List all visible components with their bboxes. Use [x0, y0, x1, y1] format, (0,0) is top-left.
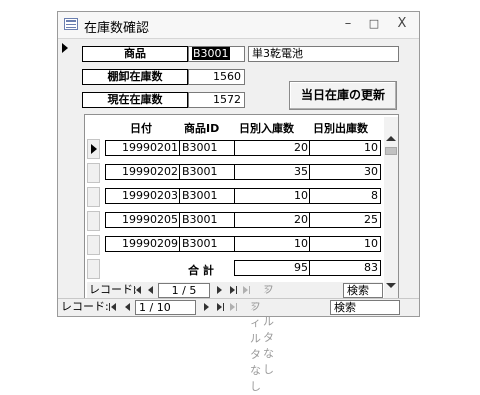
product-id-column-header: 商品ID [184, 122, 220, 135]
daily-out-cell[interactable]: 25 [309, 212, 381, 228]
scroll-thumb[interactable] [385, 147, 397, 155]
update-stock-button[interactable]: 当日在庫の更新 [289, 81, 397, 110]
main-record-navigator: レコード: 1 / 10 ⚡ フィルタなし 検索 [58, 298, 419, 393]
daily-in-cell[interactable]: 20 [234, 140, 311, 156]
current-stock-label: 現在在庫数 [82, 92, 188, 108]
record-label: レコード: [89, 283, 137, 296]
subform-vertical-scrollbar[interactable] [384, 117, 398, 301]
row-selector[interactable] [87, 163, 100, 183]
date-cell[interactable]: 19990201 [105, 140, 181, 156]
record-label: レコード: [61, 300, 109, 313]
product-label: 商品 [82, 46, 188, 62]
first-record-icon [136, 286, 141, 294]
row-selector[interactable] [87, 259, 100, 279]
total-out-field[interactable]: 83 [309, 260, 381, 276]
first-bar-icon [109, 303, 110, 311]
new-record-icon [243, 286, 248, 294]
product-id-cell[interactable]: B3001 [179, 236, 236, 252]
product-id-cell[interactable]: B3001 [179, 140, 236, 156]
date-column-header: 日付 [130, 122, 152, 135]
daily-in-cell[interactable]: 10 [234, 236, 311, 252]
subform-record-navigator: レコード: 1 / 5 ⚡フィルタなし 検索 [87, 282, 383, 376]
window-title: 在庫数確認 [84, 21, 150, 36]
inventory-window: 在庫数確認 – □ X 商品 B3001 単3乾電池 棚卸在庫数 1560 現在… [57, 11, 420, 393]
daily-out-cell[interactable]: 8 [309, 188, 381, 204]
daily-in-cell[interactable]: 35 [234, 164, 311, 180]
last-bar-icon [223, 303, 224, 311]
current-record-icon [62, 43, 68, 53]
total-label: 合 計 [188, 264, 214, 277]
minimize-button[interactable]: – [338, 15, 358, 33]
inventory-count-label: 棚卸在庫数 [82, 69, 188, 85]
filter-label: フィルタなし [263, 283, 274, 376]
first-bar-icon [134, 286, 135, 294]
date-cell[interactable]: 19990203 [105, 188, 181, 204]
record-position-field[interactable]: 1 / 5 [158, 283, 210, 298]
row-selector[interactable] [87, 211, 100, 231]
form-icon [64, 18, 78, 30]
new-bar-icon [236, 303, 237, 311]
daily-in-cell[interactable]: 10 [234, 188, 311, 204]
date-cell[interactable]: 19990202 [105, 164, 181, 180]
form-body: 商品 B3001 単3乾電池 棚卸在庫数 1560 現在在庫数 1572 当日在… [58, 39, 419, 376]
close-button[interactable]: X [392, 15, 412, 33]
filter-label: フィルタなし [250, 300, 261, 393]
previous-record-icon[interactable] [148, 286, 153, 294]
daily-in-cell[interactable]: 20 [234, 212, 311, 228]
row-selector[interactable] [87, 235, 100, 255]
total-in-field[interactable]: 95 [234, 260, 311, 276]
product-code-value: B3001 [192, 47, 230, 60]
daily-out-cell[interactable]: 30 [309, 164, 381, 180]
daily-out-cell[interactable]: 10 [309, 236, 381, 252]
next-record-icon[interactable] [217, 286, 222, 294]
title-bar: 在庫数確認 – □ X [58, 12, 419, 39]
next-record-icon[interactable] [204, 303, 209, 311]
new-record-icon [230, 303, 235, 311]
daily-in-column-header: 日別入庫数 [239, 122, 294, 135]
last-record-icon [230, 286, 235, 294]
product-id-cell[interactable]: B3001 [179, 164, 236, 180]
product-id-cell[interactable]: B3001 [179, 212, 236, 228]
row-selector[interactable] [87, 187, 100, 207]
inventory-count-field[interactable]: 1560 [188, 69, 245, 85]
last-record-icon [217, 303, 222, 311]
record-selector[interactable] [58, 39, 72, 304]
search-field[interactable]: 検索 [330, 300, 400, 315]
new-bar-icon [249, 286, 250, 294]
current-stock-field[interactable]: 1572 [188, 92, 245, 108]
last-bar-icon [236, 286, 237, 294]
row-selector[interactable] [87, 139, 100, 159]
product-id-cell[interactable]: B3001 [179, 188, 236, 204]
previous-record-icon[interactable] [125, 303, 130, 311]
first-record-icon [111, 303, 116, 311]
daily-movement-subform: 日付 商品ID 日別入庫数 日別出庫数 19990201 B3001 20 10… [84, 114, 399, 376]
product-name-field[interactable]: 単3乾電池 [248, 46, 399, 62]
search-field[interactable]: 検索 [343, 283, 383, 298]
daily-out-cell[interactable]: 10 [309, 140, 381, 156]
product-code-field[interactable]: B3001 [188, 46, 245, 62]
daily-out-column-header: 日別出庫数 [313, 122, 368, 135]
maximize-button[interactable]: □ [364, 15, 384, 33]
record-position-field[interactable]: 1 / 10 [135, 300, 196, 315]
scroll-up-icon[interactable] [386, 136, 396, 141]
date-cell[interactable]: 19990209 [105, 236, 181, 252]
date-cell[interactable]: 19990205 [105, 212, 181, 228]
scroll-down-icon[interactable] [386, 283, 396, 288]
